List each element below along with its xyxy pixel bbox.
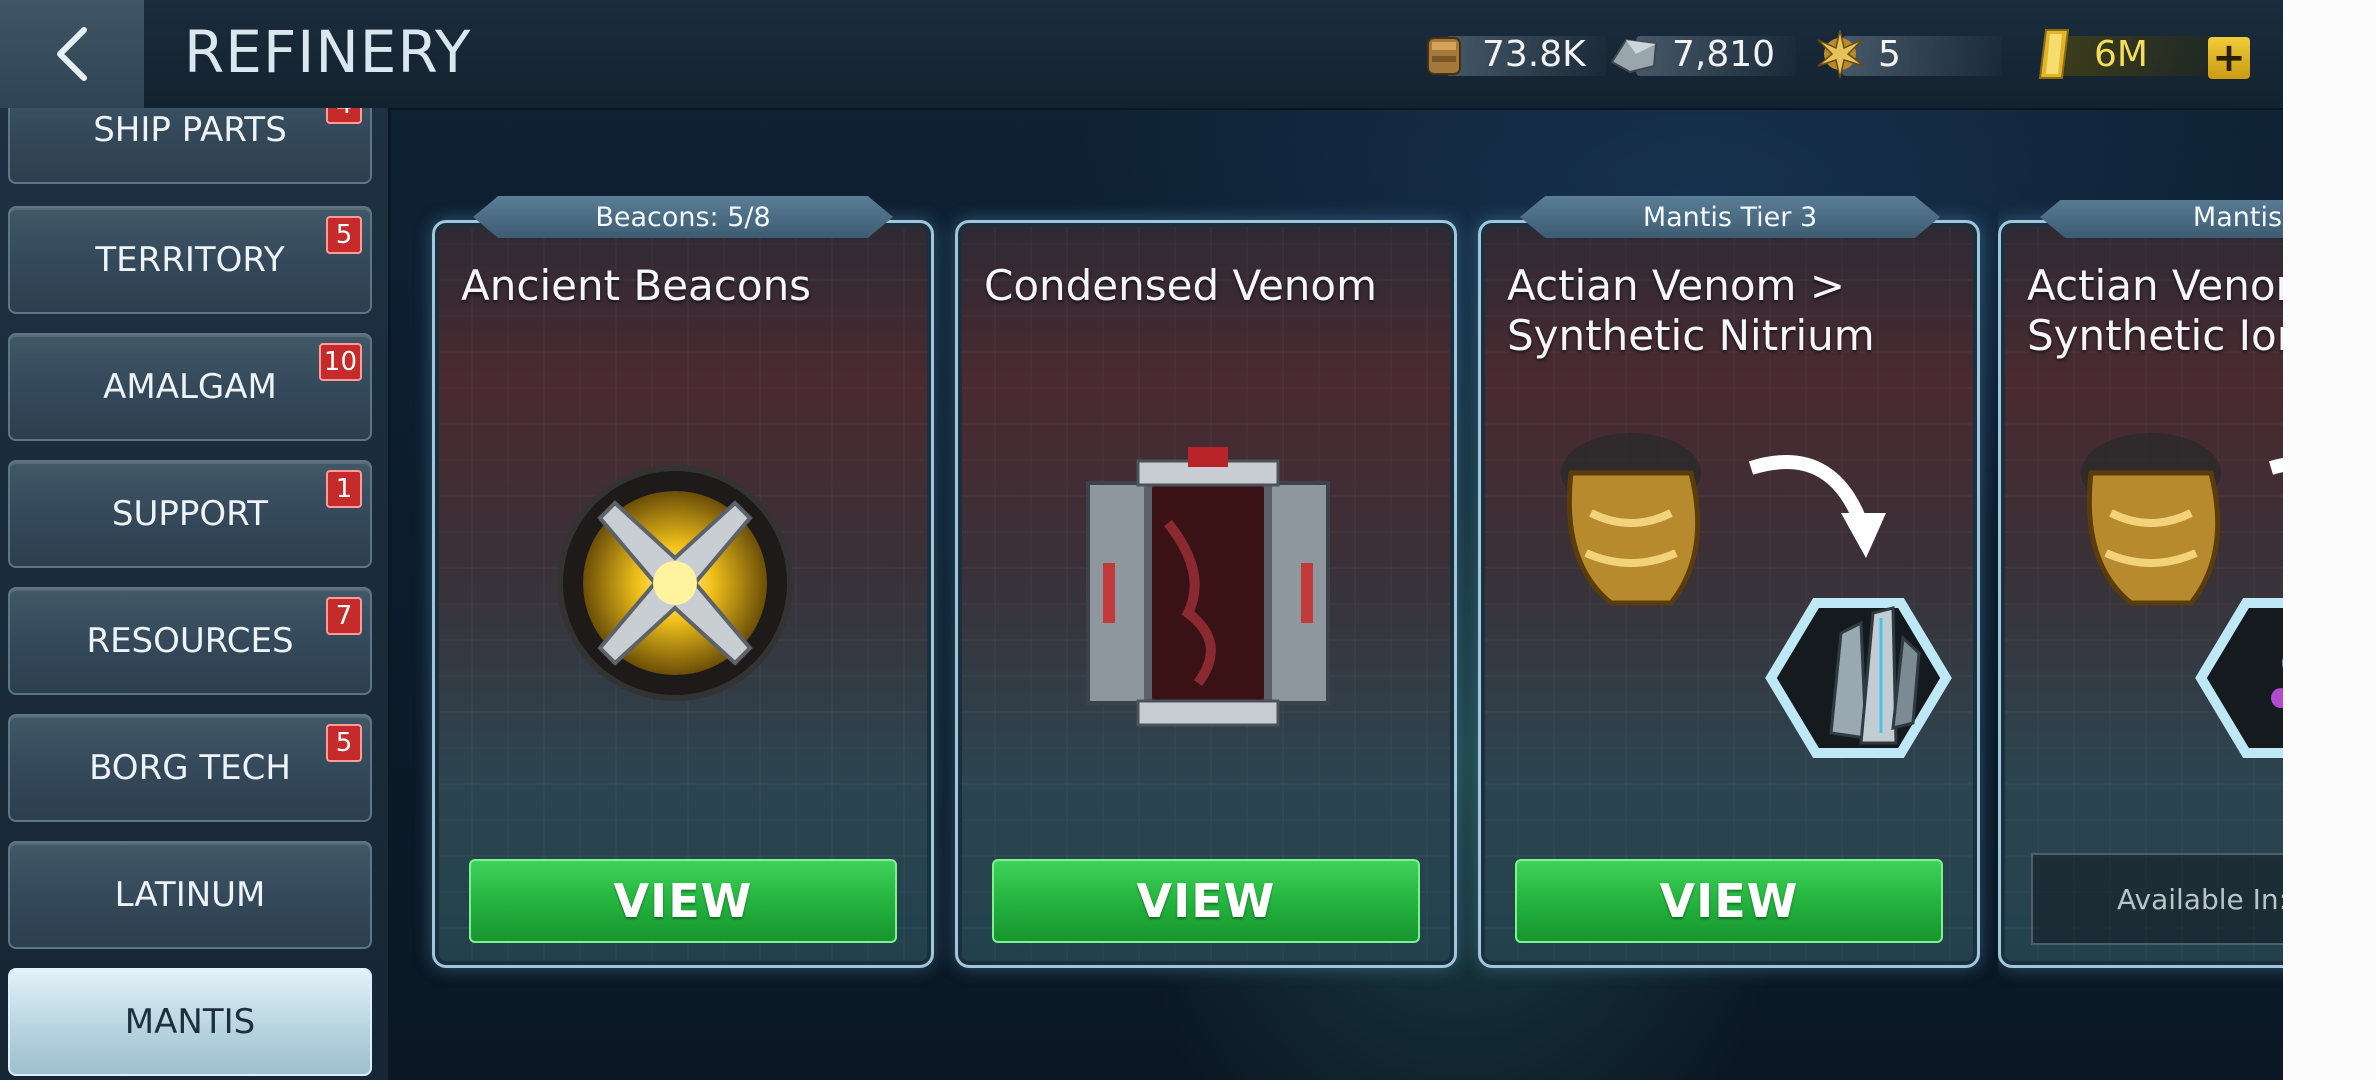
- refinery-card-ancient-beacons[interactable]: Ancient Beacons VIEW: [432, 220, 934, 968]
- screen-edge: [2283, 0, 2376, 1080]
- notification-badge: 5: [326, 724, 362, 762]
- sidebar-item-territory[interactable]: TERRITORY 5: [8, 206, 372, 314]
- dilithium-icon: [1817, 29, 1865, 79]
- sidebar-item-label: BORG TECH: [89, 748, 291, 788]
- resource-latinum[interactable]: 6M: [2028, 24, 2248, 84]
- notification-badge: 10: [318, 343, 362, 381]
- venom-to-nitrium-icon: [1561, 433, 1952, 758]
- refinery-card-venom-to-nitrium[interactable]: Actian Venom > Synthetic Nitrium VIEW: [1478, 220, 1980, 968]
- card-clip-region: Actian Venom > Synthetic Ion Available I…: [1998, 200, 2283, 990]
- refinery-card-condensed-venom[interactable]: Condensed Venom VIEW: [955, 220, 1457, 968]
- card-title: Condensed Venom: [984, 261, 1378, 310]
- sidebar-item-label: TERRITORY: [95, 240, 285, 280]
- sidebar-item-amalgam[interactable]: AMALGAM 10: [8, 333, 372, 441]
- card-tab-label: Mantis Tier 3: [1520, 196, 1940, 238]
- category-sidebar: SHIP PARTS 4 TERRITORY 5 AMALGAM 10 SUPP…: [0, 108, 391, 1080]
- sidebar-item-label: LATINUM: [114, 875, 266, 915]
- notification-badge: 1: [326, 470, 362, 508]
- card-tab-label: Beacons: 5/8: [473, 196, 893, 238]
- resource-value: 7,810: [1672, 33, 1776, 75]
- notification-badge: 4: [326, 108, 362, 124]
- sidebar-item-borg-tech[interactable]: BORG TECH 5: [8, 714, 372, 822]
- ancient-beacon-icon: [557, 465, 793, 701]
- sidebar-item-label: MANTIS: [124, 1002, 256, 1042]
- view-button[interactable]: VIEW: [1515, 859, 1943, 943]
- add-latinum-button[interactable]: +: [2208, 37, 2250, 79]
- back-button[interactable]: [0, 0, 144, 108]
- parsteel-icon: [1427, 37, 1461, 75]
- sidebar-item-support[interactable]: SUPPORT 1: [8, 460, 372, 568]
- availability-status: Available In:: [2031, 853, 2283, 945]
- resource-value: 73.8K: [1482, 33, 1586, 75]
- card-tab-label: Mantis T: [2040, 200, 2283, 238]
- sidebar-item-label: RESOURCES: [86, 621, 294, 661]
- sidebar-item-label: SUPPORT: [111, 494, 269, 534]
- sidebar-item-latinum[interactable]: LATINUM: [8, 841, 372, 949]
- venom-canister-icon: [1086, 447, 1330, 727]
- notification-badge: 7: [326, 597, 362, 635]
- resource-value: 6M: [2094, 33, 2148, 75]
- sidebar-item-mantis[interactable]: MANTIS: [8, 968, 372, 1076]
- resource-tritanium[interactable]: 7,810: [1606, 24, 1796, 84]
- venom-to-ion-icon: [2081, 433, 2283, 758]
- card-title: Actian Venom > Synthetic Nitrium: [1507, 261, 1875, 360]
- tritanium-icon: [1610, 38, 1658, 74]
- sidebar-item-ship-parts[interactable]: SHIP PARTS 4: [8, 108, 372, 184]
- card-title: Ancient Beacons: [461, 261, 812, 310]
- sidebar-item-resources[interactable]: RESOURCES 7: [8, 587, 372, 695]
- top-bar: REFINERY 73.8K 7,810 5 6M +: [0, 0, 2283, 110]
- resource-value: 5: [1878, 33, 1901, 75]
- latinum-icon: [2038, 29, 2070, 79]
- sidebar-item-label: SHIP PARTS: [93, 110, 287, 150]
- refinery-card-venom-to-ion[interactable]: Actian Venom > Synthetic Ion Available I…: [1998, 220, 2283, 968]
- chevron-left-icon: [57, 27, 87, 81]
- view-button[interactable]: VIEW: [992, 859, 1420, 943]
- card-title: Actian Venom > Synthetic Ion: [2027, 261, 2283, 360]
- sidebar-item-label: AMALGAM: [103, 367, 277, 407]
- resource-parsteel[interactable]: 73.8K: [1416, 24, 1606, 84]
- notification-badge: 5: [326, 216, 362, 254]
- resource-dilithium[interactable]: 5: [1812, 24, 2002, 84]
- view-button[interactable]: VIEW: [469, 859, 897, 943]
- page-title: REFINERY: [184, 18, 472, 86]
